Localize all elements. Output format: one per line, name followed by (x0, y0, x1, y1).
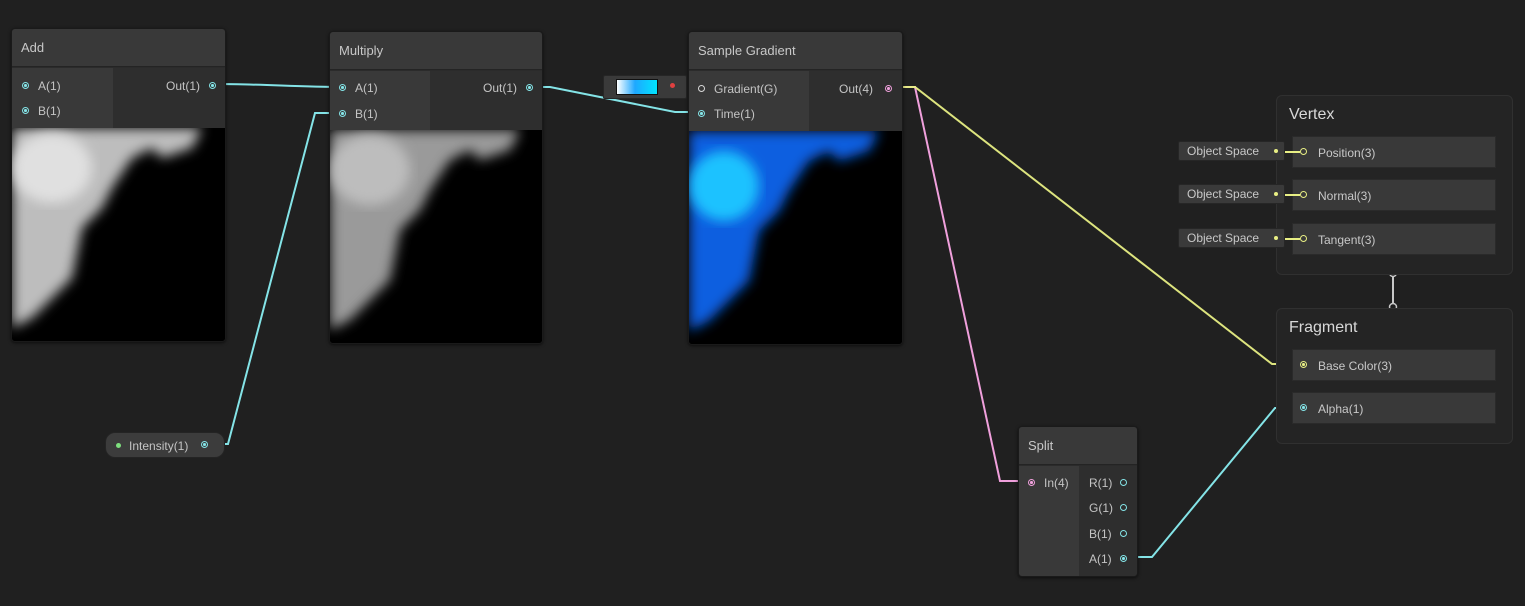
multiply-out-port[interactable] (526, 84, 533, 91)
add-preview (12, 128, 225, 341)
split-out-b-port[interactable] (1120, 530, 1127, 537)
tangent-space-label: Object Space (1187, 231, 1260, 245)
vertex-normal-slot[interactable]: Normal(3) (1292, 179, 1496, 211)
fragment-alpha-slot[interactable]: Alpha(1) (1292, 392, 1496, 424)
position-space-field[interactable]: Object Space (1178, 141, 1285, 161)
intensity-out-port[interactable] (201, 441, 208, 448)
tangent-space-field[interactable]: Object Space (1178, 228, 1285, 248)
split-out-b-label: B(1) (1089, 527, 1112, 541)
split-node-title: Split (1019, 427, 1137, 465)
sample-gradient-in-gradient-label: Gradient(G) (714, 82, 778, 96)
normal-space-link (1285, 194, 1300, 196)
vertex-position-label: Position(3) (1318, 146, 1376, 160)
fragment-base-color-label: Base Color(3) (1318, 359, 1393, 373)
split-out-g-label: G(1) (1089, 501, 1113, 515)
vertex-tangent-slot[interactable]: Tangent(3) (1292, 223, 1496, 255)
vertex-position-port[interactable] (1300, 148, 1307, 155)
normal-space-dot (1274, 192, 1278, 196)
split-node[interactable]: Split In(4) R(1) G(1) B(1) A(1) (1018, 426, 1138, 577)
sample-gradient-preview (689, 131, 902, 344)
position-space-dot (1274, 149, 1278, 153)
multiply-preview (330, 130, 542, 343)
multiply-in-a-port[interactable] (339, 84, 346, 91)
sample-gradient-out-port[interactable] (885, 85, 892, 92)
multiply-node[interactable]: Multiply A(1) B(1) Out(1) (329, 31, 543, 344)
split-out-a-port[interactable] (1120, 555, 1127, 562)
fragment-base-color-slot[interactable]: Base Color(3) (1292, 349, 1496, 381)
normal-space-label: Object Space (1187, 187, 1260, 201)
multiply-in-b-label: B(1) (355, 107, 378, 121)
fragment-alpha-label: Alpha(1) (1318, 402, 1364, 416)
sample-gradient-in-time-port[interactable] (698, 110, 705, 117)
split-out-a-label: A(1) (1089, 552, 1112, 566)
fragment-block-title: Fragment (1289, 319, 1358, 336)
wire-gradient-to-split[interactable] (889, 86, 1030, 482)
wire-gradient-to-basecolor[interactable] (889, 86, 1303, 365)
multiply-in-b-port[interactable] (339, 110, 346, 117)
gradient-swatch[interactable] (616, 79, 658, 95)
normal-space-field[interactable]: Object Space (1178, 184, 1285, 204)
sample-gradient-in-gradient-port[interactable] (698, 85, 705, 92)
vertex-tangent-port[interactable] (1300, 235, 1307, 242)
wire-add-to-multiply[interactable] (214, 83, 342, 88)
sample-gradient-node[interactable]: Sample Gradient Gradient(G) Time(1) Out(… (688, 31, 903, 345)
fragment-base-color-port[interactable] (1300, 361, 1307, 368)
intensity-property-node[interactable]: Intensity(1) (105, 432, 225, 458)
add-in-b-port[interactable] (22, 107, 29, 114)
fragment-alpha-port[interactable] (1300, 404, 1307, 411)
vertex-normal-label: Normal(3) (1318, 189, 1372, 203)
multiply-inputs (330, 71, 430, 130)
split-out-r-label: R(1) (1089, 476, 1113, 490)
add-out-label: Out(1) (166, 79, 201, 93)
add-inputs (12, 68, 113, 128)
vertex-block-title: Vertex (1289, 106, 1335, 123)
add-in-b-label: B(1) (38, 104, 61, 118)
gradient-field[interactable] (603, 75, 687, 99)
vertex-normal-port[interactable] (1300, 191, 1307, 198)
intensity-indicator (116, 443, 121, 448)
tangent-space-link (1285, 238, 1300, 240)
add-out-port[interactable] (209, 82, 216, 89)
split-in-port[interactable] (1028, 479, 1035, 486)
position-space-link (1285, 151, 1300, 153)
intensity-label: Intensity(1) (129, 439, 189, 453)
split-in-label: In(4) (1044, 476, 1069, 490)
add-in-a-port[interactable] (22, 82, 29, 89)
sample-gradient-out-label: Out(4) (839, 82, 874, 96)
add-node-title: Add (12, 29, 225, 67)
vertex-tangent-label: Tangent(3) (1318, 233, 1376, 247)
sample-gradient-node-title: Sample Gradient (689, 32, 902, 70)
tangent-space-dot (1274, 236, 1278, 240)
split-out-r-port[interactable] (1120, 479, 1127, 486)
split-out-g-port[interactable] (1120, 504, 1127, 511)
add-in-a-label: A(1) (38, 79, 61, 93)
sample-gradient-in-time-label: Time(1) (714, 107, 755, 121)
vertex-position-slot[interactable]: Position(3) (1292, 136, 1496, 168)
multiply-in-a-label: A(1) (355, 81, 378, 95)
position-space-label: Object Space (1187, 144, 1260, 158)
multiply-out-label: Out(1) (483, 81, 518, 95)
gradient-port-dot (670, 83, 675, 88)
add-node[interactable]: Add A(1) B(1) Out(1) (11, 28, 226, 342)
multiply-node-title: Multiply (330, 32, 542, 70)
